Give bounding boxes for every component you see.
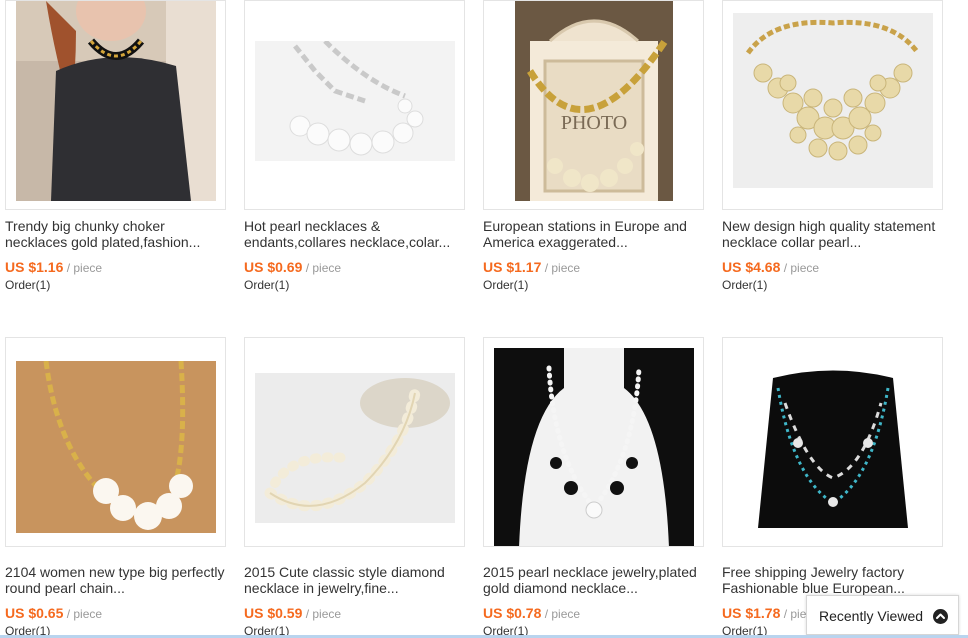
product-image[interactable] [244,0,465,210]
price-unit: / piece [783,261,820,275]
product-price: US $1.78 [722,605,781,621]
product-image[interactable] [244,337,465,547]
product-price: US $0.78 [483,605,542,621]
price-unit: / piece [544,607,581,621]
product-price: US $1.16 [5,259,64,275]
price-row: US $4.68 / piece [722,259,819,275]
product-image[interactable] [722,337,943,547]
product-grid: Trendy big chunky choker necklaces gold … [0,0,968,638]
product-price: US $1.17 [483,259,542,275]
price-row: US $1.17 / piece [483,259,580,275]
product-title[interactable]: 2015 Cute classic style diamond necklace… [244,564,466,596]
product-title[interactable]: European stations in Europe and America … [483,218,705,250]
product-image[interactable] [722,0,943,210]
chevron-up-icon [933,609,948,624]
product-title[interactable]: 2015 pearl necklace jewelry,plated gold … [483,564,705,596]
price-unit: / piece [544,261,581,275]
order-count: Order(1) [722,278,768,292]
product-title[interactable]: New design high quality statement neckla… [722,218,944,250]
product-title[interactable]: Trendy big chunky choker necklaces gold … [5,218,227,250]
recently-viewed-label: Recently Viewed [819,608,924,624]
price-row: US $0.59 / piece [244,605,341,621]
product-title[interactable]: Free shipping Jewelry factory Fashionabl… [722,564,944,596]
product-title[interactable]: 2104 women new type big perfectly round … [5,564,227,596]
price-row: US $0.69 / piece [244,259,341,275]
recently-viewed-button[interactable]: Recently Viewed [806,595,959,635]
order-count: Order(1) [244,278,290,292]
photo-frame-text: PHOTO [561,112,627,134]
product-image[interactable]: PHOTO [483,0,704,210]
product-image[interactable] [483,337,704,547]
price-row: US $1.78 / piece [722,605,819,621]
price-unit: / piece [66,607,103,621]
price-unit: / piece [305,607,342,621]
price-row: US $0.78 / piece [483,605,580,621]
order-count: Order(1) [5,278,51,292]
price-row: US $0.65 / piece [5,605,102,621]
price-row: US $1.16 / piece [5,259,102,275]
product-price: US $0.69 [244,259,303,275]
price-unit: / piece [305,261,342,275]
product-price: US $4.68 [722,259,781,275]
order-count: Order(1) [483,278,529,292]
product-image[interactable] [5,337,226,547]
product-title[interactable]: Hot pearl necklaces & endants,collares n… [244,218,466,250]
product-price: US $0.59 [244,605,303,621]
product-image[interactable] [5,0,226,210]
price-unit: / piece [66,261,103,275]
product-price: US $0.65 [5,605,64,621]
